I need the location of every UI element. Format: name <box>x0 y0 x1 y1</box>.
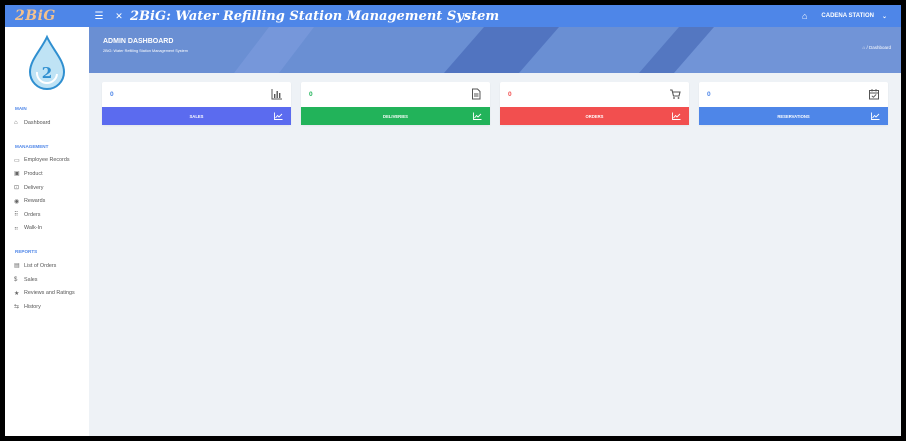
page-header-banner: ADMIN DASHBOARD 2BiG: Water Refilling St… <box>89 27 901 73</box>
sidebar-item-label: Dashboard <box>24 119 51 126</box>
trend-icon <box>672 112 681 120</box>
svg-text:2: 2 <box>42 64 52 82</box>
system-title: 2BiG: Water Refilling Station Management… <box>130 8 500 24</box>
sidebar-section-reports: REPORTS <box>15 249 38 255</box>
history-icon: ⇆ <box>14 304 20 311</box>
sidebar-item-label: Walk-In <box>24 225 43 232</box>
sidebar-item-label: Sales <box>24 276 38 283</box>
page-subtitle: 2BiG: Water Refilling Station Management… <box>103 49 188 53</box>
reservations-value: 0 <box>707 91 711 98</box>
calendar-check-icon <box>869 89 879 100</box>
user-menu[interactable]: CADENA STATION <box>821 13 874 19</box>
reservations-card: 0 RESERVATIONS <box>699 82 888 125</box>
sidebar-item-label: Reviews and Ratings <box>24 290 75 297</box>
trend-icon <box>274 112 283 120</box>
sidebar-logo[interactable]: 2 <box>5 27 89 97</box>
reservations-label: RESERVATIONS <box>777 113 810 119</box>
sidebar-item-label: List of Orders <box>24 262 57 269</box>
sidebar-item-orders[interactable]: ⠿ Orders <box>5 208 89 222</box>
hamburger-icon[interactable]: ☰ <box>90 11 108 22</box>
gift-icon: ◉ <box>14 198 20 205</box>
reservations-button[interactable]: RESERVATIONS <box>699 107 888 125</box>
document-icon <box>472 88 481 100</box>
bell-icon[interactable]: ⌂ <box>802 11 807 21</box>
sidebar-item-label: Rewards <box>24 198 46 205</box>
sidebar-item-label: Orders <box>24 211 41 218</box>
list-icon: ▤ <box>14 263 20 270</box>
cart-icon <box>670 89 681 99</box>
sidebar-item-label: Employee Records <box>24 157 70 164</box>
water-drop-logo-icon: 2 <box>28 34 66 90</box>
sidebar-item-delivery[interactable]: ⊡ Delivery <box>5 181 89 195</box>
topbar-right: ⌂ CADENA STATION ⌄ <box>802 11 901 21</box>
sidebar-item-label: History <box>24 303 41 310</box>
breadcrumb: ⌂ / Dashboard <box>862 45 891 50</box>
sidebar-item-list-of-orders[interactable]: ▤ List of Orders <box>5 259 89 273</box>
sidebar-item-walk-in[interactable]: ⠶ Walk-In <box>5 222 89 236</box>
deliveries-label: DELIVERIES <box>383 113 408 119</box>
calendar-icon: ▭ <box>14 157 20 164</box>
home-icon[interactable]: ⌂ <box>862 45 865 50</box>
sidebar-item-product[interactable]: ▣ Product <box>5 167 89 181</box>
sidebar-item-label: Product <box>24 170 43 177</box>
sales-value: 0 <box>110 91 114 98</box>
sidebar-item-label: Delivery <box>24 184 44 191</box>
orders-value: 0 <box>508 91 512 98</box>
sales-card: 0 SALES <box>102 82 291 125</box>
sidebar-item-reviews[interactable]: ★ Reviews and Ratings <box>5 286 89 300</box>
banner-decoration <box>234 27 901 73</box>
walk-icon: ⠶ <box>14 225 19 232</box>
sales-button[interactable]: SALES <box>102 107 291 125</box>
sidebar-item-dashboard[interactable]: ⌂ Dashboard <box>5 116 89 130</box>
grid-icon: ⠿ <box>14 212 19 219</box>
sidebar: 2 MAIN ⌂ Dashboard MANAGEMENT ▭ Employee… <box>5 27 89 436</box>
bar-chart-icon <box>271 89 282 100</box>
truck-icon: ⊡ <box>14 185 20 192</box>
sidebar-item-sales[interactable]: $ Sales <box>5 273 89 287</box>
orders-button[interactable]: ORDERS <box>500 107 689 125</box>
star-icon: ★ <box>14 290 20 297</box>
deliveries-value: 0 <box>309 91 313 98</box>
sidebar-section-main: MAIN <box>15 106 27 111</box>
orders-card: 0 ORDERS <box>500 82 689 125</box>
page-title: ADMIN DASHBOARD <box>103 38 174 45</box>
deliveries-card: 0 DELIVERIES <box>301 82 490 125</box>
app-frame: 2BiG ☰ ✕ 2BiG: Water Refilling Station M… <box>5 5 901 436</box>
trend-icon <box>473 112 482 120</box>
expand-icon[interactable]: ✕ <box>108 11 130 22</box>
trend-icon <box>871 112 880 120</box>
breadcrumb-dashboard[interactable]: Dashboard <box>869 45 891 50</box>
top-navbar: 2BiG ☰ ✕ 2BiG: Water Refilling Station M… <box>5 5 901 27</box>
orders-label: ORDERS <box>585 113 604 119</box>
chevron-down-icon[interactable]: ⌄ <box>882 13 887 20</box>
brand-logo-text[interactable]: 2BiG <box>5 8 90 24</box>
sidebar-item-history[interactable]: ⇆ History <box>5 300 89 314</box>
deliveries-button[interactable]: DELIVERIES <box>301 107 490 125</box>
home-icon: ⌂ <box>14 119 18 126</box>
dollar-icon: $ <box>14 276 18 283</box>
sidebar-item-rewards[interactable]: ◉ Rewards <box>5 194 89 208</box>
box-icon: ▣ <box>14 171 20 178</box>
sales-label: SALES <box>189 113 204 119</box>
breadcrumb-separator: / <box>866 45 868 50</box>
sidebar-item-employee-records[interactable]: ▭ Employee Records <box>5 154 89 168</box>
sidebar-section-management: MANAGEMENT <box>15 143 49 149</box>
